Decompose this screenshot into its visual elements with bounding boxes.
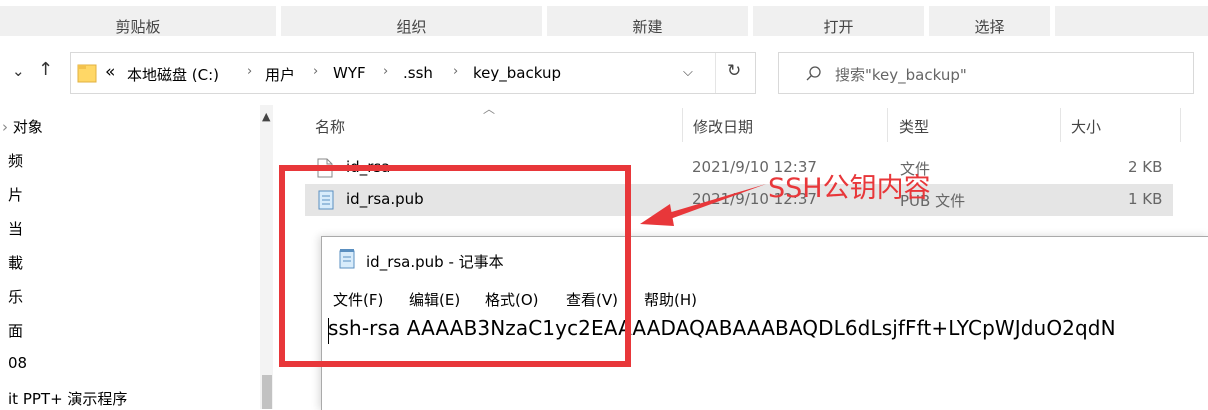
ribbon-group-open[interactable]: 打开	[753, 6, 924, 36]
folder-icon	[77, 64, 97, 83]
tree-scrollbar-thumb[interactable]	[262, 375, 272, 409]
ribbon-label-open: 打开	[823, 18, 854, 36]
tree-item-desktop[interactable]: 面	[8, 320, 23, 341]
column-divider[interactable]	[887, 108, 888, 142]
ribbon-label-organize: 组织	[396, 18, 427, 36]
tree-item-music[interactable]: 乐	[8, 286, 23, 307]
breadcrumb-key-backup[interactable]: key_backup	[473, 64, 561, 82]
tree-item-downloads[interactable]: 載	[8, 252, 23, 273]
chevron-right-icon[interactable]: ›	[453, 64, 458, 79]
sort-ascending-icon: ︿	[483, 102, 496, 116]
breadcrumb-users[interactable]: 用户	[265, 64, 295, 85]
breadcrumb-local-disk[interactable]: 本地磁盘 (C:)	[127, 64, 219, 85]
annotation-highlight-box	[279, 165, 631, 367]
overflow-chevron-icon[interactable]: «	[105, 62, 115, 82]
breadcrumb-wyf[interactable]: WYF	[333, 64, 366, 82]
up-arrow-icon[interactable]: ↑	[38, 59, 53, 80]
chevron-right-icon: ›	[2, 118, 8, 136]
refresh-icon[interactable]: ↻	[727, 61, 741, 81]
column-divider[interactable]	[1180, 108, 1181, 142]
file-size: 2 KB	[1128, 158, 1163, 176]
tree-item-pictures[interactable]: 片	[8, 184, 23, 205]
ribbon-group-empty	[1055, 6, 1208, 36]
breadcrumb-ssh[interactable]: .ssh	[403, 64, 433, 82]
column-header-size[interactable]: 大小	[1071, 116, 1101, 137]
ribbon-label-clipboard: 剪贴板	[115, 18, 161, 36]
tree-item-label: 对象	[12, 118, 43, 136]
column-divider[interactable]	[682, 108, 683, 142]
column-header-date[interactable]: 修改日期	[693, 116, 753, 137]
tree-item-documents[interactable]: 当	[8, 218, 23, 239]
address-dropdown-icon[interactable]: ⌵	[683, 65, 693, 80]
recent-locations-icon[interactable]: ⌄	[12, 62, 25, 80]
tree-item-08[interactable]: 08	[8, 354, 27, 372]
ribbon-group-clipboard[interactable]: 剪贴板	[0, 6, 276, 36]
annotation-arrow-icon	[640, 184, 766, 226]
address-divider	[715, 53, 716, 93]
tree-item-videos[interactable]: 频	[8, 150, 23, 171]
scroll-up-icon[interactable]: ▲	[262, 110, 270, 123]
file-size: 1 KB	[1128, 190, 1163, 208]
address-bar[interactable]: « 本地磁盘 (C:) › 用户 › WYF › .ssh › key_back…	[70, 52, 756, 94]
tree-item-objects[interactable]: › 对象	[2, 116, 43, 137]
chevron-right-icon[interactable]: ›	[247, 64, 252, 79]
menu-help[interactable]: 帮助(H)	[644, 289, 697, 310]
search-placeholder: 搜索"key_backup"	[835, 66, 967, 84]
column-divider[interactable]	[1060, 108, 1061, 142]
tree-item-ppt[interactable]: it PPT+ 演示程序	[8, 388, 127, 409]
ribbon: 剪贴板 组织 新建 打开 选择	[0, 0, 1208, 42]
ribbon-group-organize[interactable]: 组织	[281, 6, 542, 36]
ribbon-group-new[interactable]: 新建	[547, 6, 748, 36]
column-header-type[interactable]: 类型	[899, 116, 929, 137]
search-input[interactable]: 搜索"key_backup"	[778, 52, 1194, 94]
chevron-right-icon[interactable]: ›	[383, 64, 388, 79]
column-header-name[interactable]: 名称	[315, 116, 345, 137]
chevron-right-icon[interactable]: ›	[313, 64, 318, 79]
ribbon-label-select: 选择	[974, 18, 1005, 36]
search-icon	[806, 66, 821, 81]
ribbon-label-new: 新建	[632, 18, 663, 36]
annotation-label: SSH公钥内容	[768, 173, 931, 204]
tree-scrollbar[interactable]	[260, 105, 273, 409]
ribbon-group-select[interactable]: 选择	[929, 6, 1050, 36]
